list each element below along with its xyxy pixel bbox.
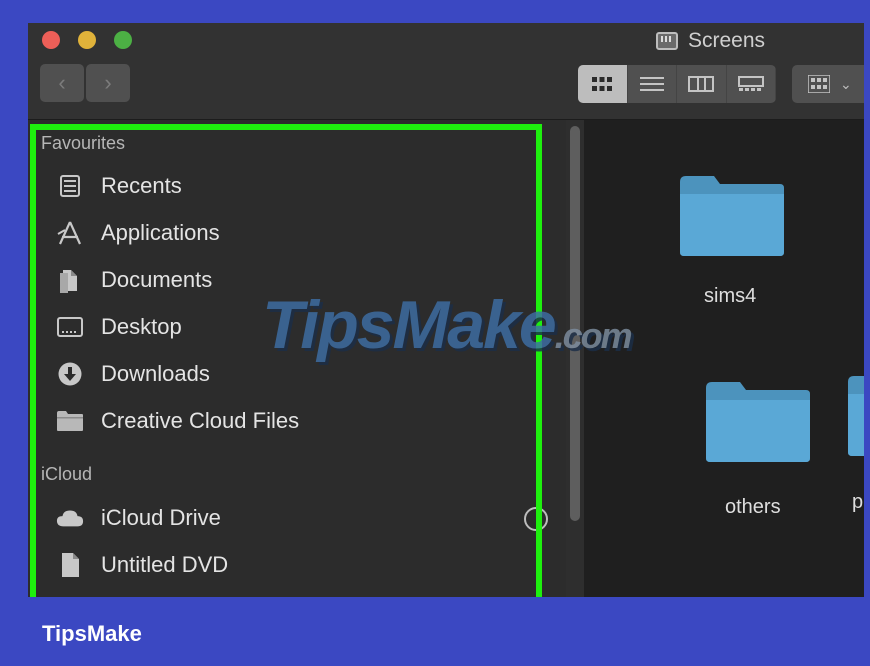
close-window-button[interactable] [42, 31, 60, 49]
window-title: Screens [656, 26, 765, 56]
image-frame: Screens ‹ › ⌄ Favourites Recents Applica… [0, 0, 870, 666]
column-view-button[interactable] [677, 65, 727, 103]
navigation-buttons: ‹ › [40, 64, 132, 102]
chevron-right-icon: › [104, 70, 112, 95]
chevron-down-icon: ⌄ [840, 75, 852, 92]
list-icon [639, 77, 664, 91]
display-folder-icon [656, 32, 678, 50]
back-button[interactable]: ‹ [40, 64, 84, 102]
watermark-suffix: .com [554, 315, 633, 356]
list-view-button[interactable] [628, 65, 677, 103]
file-name: sims4 [704, 285, 757, 307]
folder-icon [680, 176, 784, 256]
title-bar: Screens ‹ › ⌄ [28, 23, 864, 120]
gallery-icon [737, 76, 764, 91]
file-name: p [852, 491, 864, 513]
watermark: TipsMake.com [262, 286, 633, 364]
file-name: others [725, 496, 781, 518]
folder-icon [848, 376, 864, 456]
group-by-button[interactable]: ⌄ [792, 65, 864, 103]
caption-brand: TipsMake [42, 621, 142, 646]
window-title-text: Screens [688, 29, 766, 52]
chevron-left-icon: ‹ [58, 70, 66, 95]
minimize-window-button[interactable] [78, 31, 96, 49]
group-grid-icon [808, 75, 830, 93]
file-item-others[interactable] [704, 378, 812, 469]
grid-icon [592, 77, 613, 91]
folder-icon [706, 382, 810, 462]
file-item-sims4[interactable] [678, 172, 786, 263]
icon-view-button[interactable] [578, 65, 628, 103]
columns-icon [688, 76, 715, 92]
forward-button[interactable]: › [86, 64, 130, 102]
view-switcher [578, 65, 776, 103]
gallery-view-button[interactable] [727, 65, 776, 103]
zoom-window-button[interactable] [114, 31, 132, 49]
watermark-text: TipsMake [262, 287, 557, 363]
file-item-partial[interactable] [846, 372, 864, 463]
